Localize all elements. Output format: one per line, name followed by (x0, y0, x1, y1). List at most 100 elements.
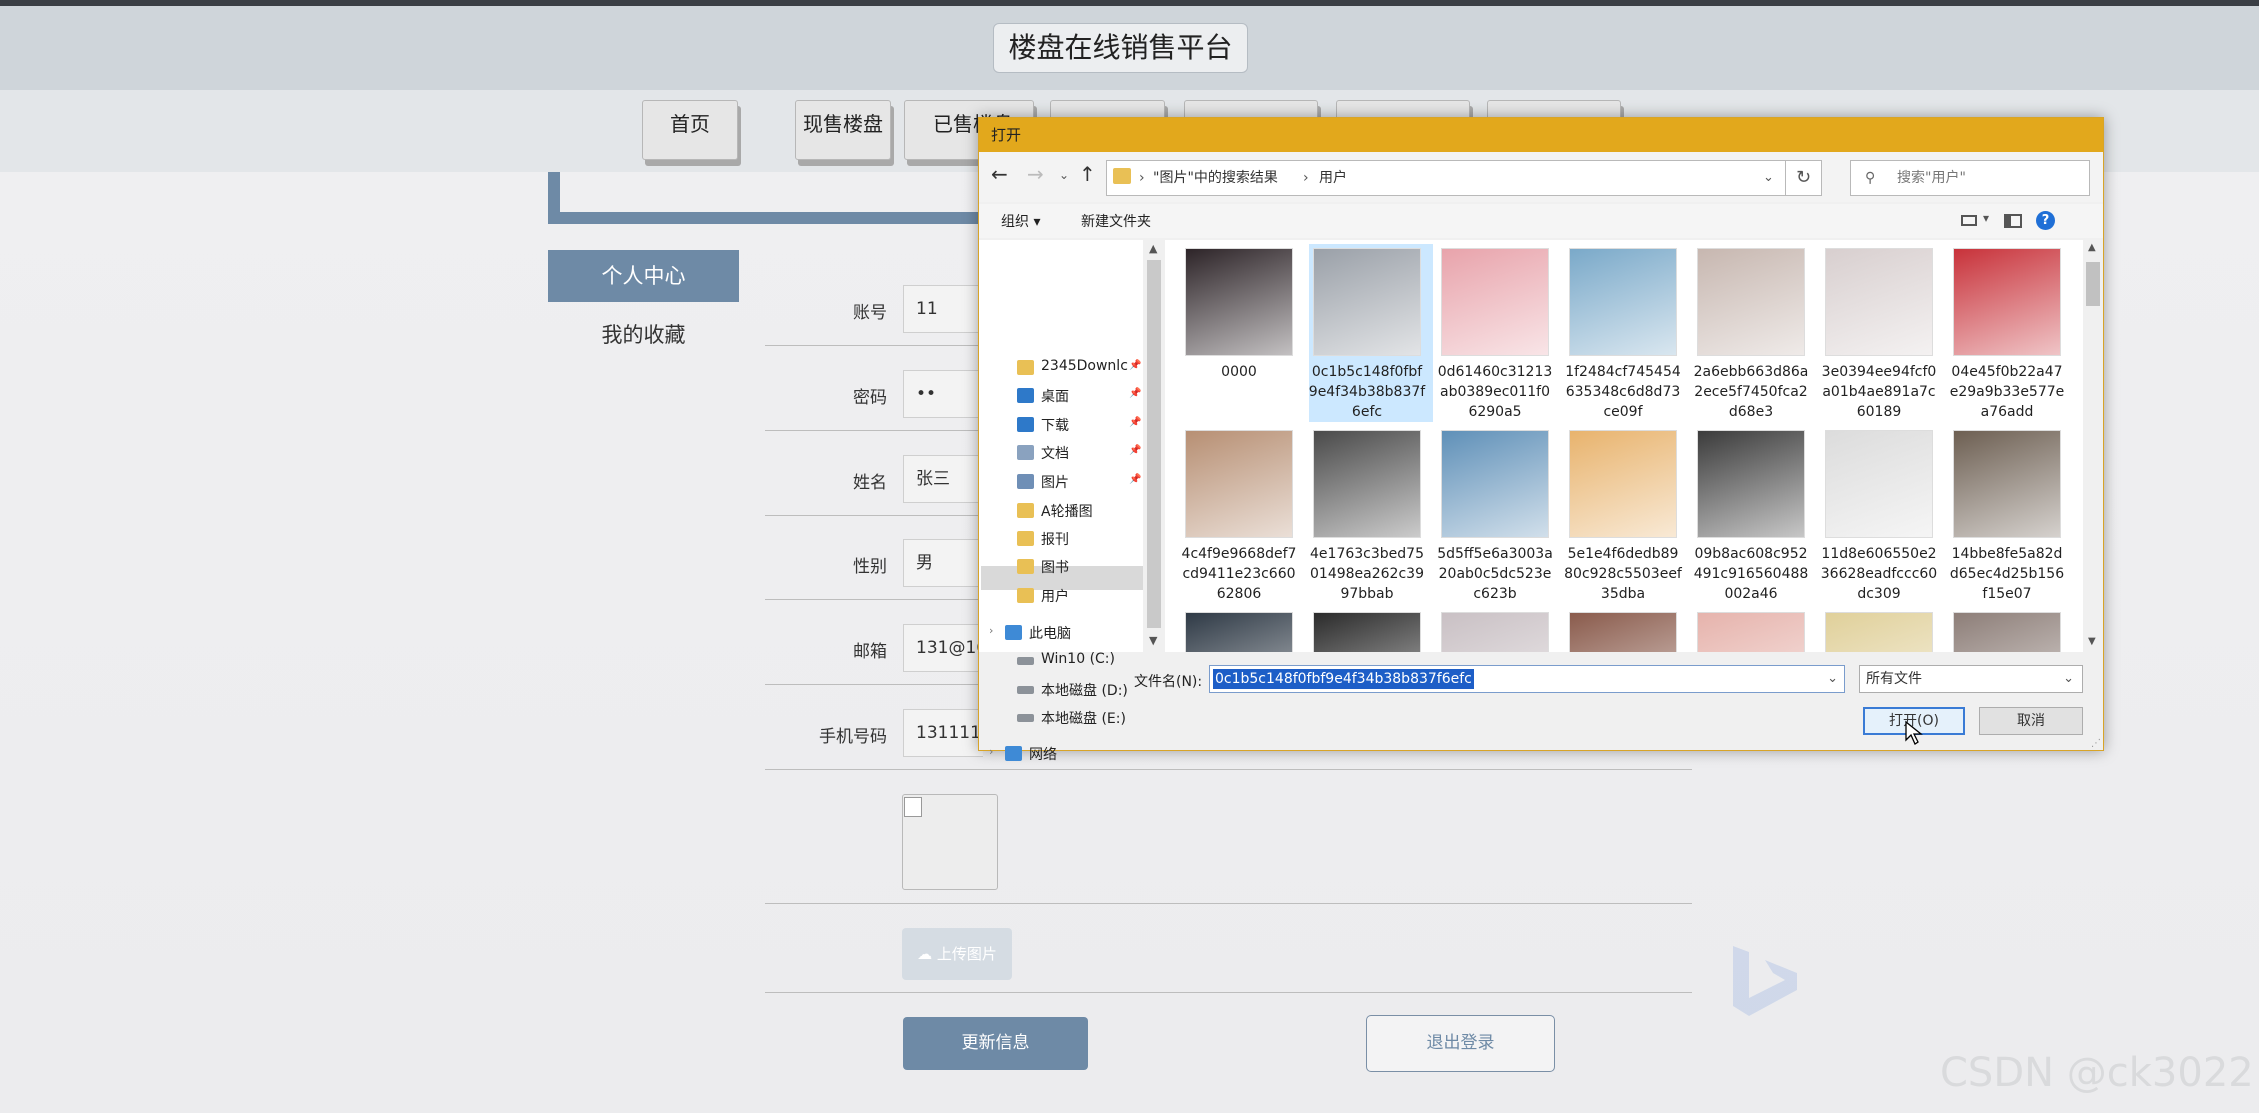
file-thumbnail[interactable] (1313, 248, 1421, 356)
filename-dropdown-icon[interactable]: ⌄ (1827, 666, 1838, 692)
folder-icon (1017, 503, 1034, 518)
breadcrumb-search-results[interactable]: "图片"中的搜索结果 (1153, 161, 1278, 195)
file-thumbnail[interactable] (1441, 430, 1549, 538)
nav-pane-item[interactable]: 此电脑 (1029, 623, 1071, 643)
sidebar-item-favorites[interactable]: 我的收藏 (548, 312, 739, 358)
pin-icon: 📌 (1129, 445, 1142, 456)
forward-icon[interactable]: → (1027, 162, 1044, 186)
recent-dropdown-icon[interactable]: ⌄ (1059, 168, 1069, 182)
file-thumbnail[interactable] (1569, 248, 1677, 356)
scroll-down-icon[interactable]: ▼ (2088, 636, 2096, 647)
file-thumbnail[interactable] (1313, 430, 1421, 538)
pin-icon: 📌 (1129, 360, 1142, 371)
nav-pane-item[interactable]: 下载 (1041, 415, 1069, 435)
address-bar[interactable]: › "图片"中的搜索结果 › 用户 ⌄ (1106, 160, 1786, 196)
file-name[interactable]: 2a6ebb663d86a2ece5f7450fca2d68e3 (1692, 362, 1810, 422)
password-label: 密码 (853, 388, 887, 408)
name-input[interactable]: 张三 (903, 455, 983, 503)
nav-scrollbar[interactable]: ▲ ▼ (1143, 240, 1165, 652)
scroll-up-icon[interactable]: ▲ (2088, 242, 2096, 253)
file-thumbnail[interactable] (1953, 430, 2061, 538)
drive-icon (1017, 714, 1034, 722)
computer-icon (1005, 625, 1022, 640)
refresh-icon[interactable]: ↻ (1786, 160, 1822, 196)
file-name[interactable]: 09b8ac608c952491c916560488002a46 (1692, 544, 1810, 604)
back-icon[interactable]: ← (991, 162, 1008, 186)
file-name[interactable]: 3e0394ee94fcf0a01b4ae891a7c60189 (1820, 362, 1938, 422)
cancel-button[interactable]: 取消 (1979, 707, 2083, 735)
up-icon[interactable]: ↑ (1079, 162, 1096, 186)
filename-input[interactable]: 0c1b5c148f0fbf9e4f34b38b837f6efc ⌄ (1209, 665, 1845, 693)
email-input[interactable]: 131@16 (903, 624, 983, 672)
search-icon: ⚲ (1865, 170, 1876, 186)
file-name[interactable]: 11d8e606550e236628eadfccc60dc309 (1820, 544, 1938, 604)
file-thumbnail[interactable] (1441, 248, 1549, 356)
nav-pane-item[interactable]: 本地磁盘 (D:) (1041, 680, 1128, 700)
nav-pane-item[interactable]: 2345Downlc (1041, 358, 1128, 374)
expand-chevron-icon[interactable]: › (989, 745, 993, 758)
file-scroll-thumb[interactable] (2086, 262, 2100, 306)
new-folder-button[interactable]: 新建文件夹 (1081, 211, 1151, 231)
nav-pane-item[interactable]: 图片 (1041, 472, 1069, 492)
file-name[interactable]: 0d61460c31213ab0389ec011f06290a5 (1436, 362, 1554, 422)
nav-pane-item[interactable]: 网络 (1029, 744, 1057, 764)
bing-logo-icon (1733, 946, 1797, 1016)
help-icon[interactable]: ? (2036, 211, 2055, 230)
nav-pane-item[interactable]: 桌面 (1041, 386, 1069, 406)
account-input[interactable]: 11 (903, 285, 983, 333)
resize-grip-icon[interactable]: ⋰ (2091, 738, 2101, 749)
file-thumbnail[interactable] (1185, 248, 1293, 356)
file-thumbnail[interactable] (1697, 430, 1805, 538)
search-placeholder: 搜索"用户" (1897, 170, 1966, 186)
expand-chevron-icon[interactable]: › (989, 624, 993, 637)
nav-scroll-thumb[interactable] (1147, 260, 1161, 628)
update-info-button[interactable]: 更新信息 (903, 1017, 1088, 1070)
file-name[interactable]: 4c4f9e9668def7cd9411e23c66062806 (1180, 544, 1298, 604)
file-name[interactable]: 5d5ff5e6a3003a20ab0c5dc523ec623b (1436, 544, 1554, 604)
preview-pane-icon[interactable] (2004, 214, 2022, 228)
file-name[interactable]: 1f2484cf745454635348c6d8d73ce09f (1564, 362, 1682, 422)
nav-pane-item[interactable]: 报刊 (1041, 529, 1069, 549)
file-thumbnail[interactable] (1569, 430, 1677, 538)
nav-pane-item[interactable]: 图书 (1041, 557, 1069, 577)
file-type-select[interactable]: 所有文件 ⌄ (1859, 665, 2083, 693)
password-input[interactable]: •• (903, 370, 983, 418)
nav-pane-item[interactable]: A轮播图 (1041, 501, 1093, 521)
logout-button[interactable]: 退出登录 (1366, 1015, 1555, 1072)
file-name[interactable]: 5e1e4f6dedb8980c928c5503eef35dba (1564, 544, 1682, 604)
view-dropdown-icon[interactable]: ▾ (1983, 211, 1989, 225)
folder-icon (1017, 588, 1034, 603)
search-input[interactable]: ⚲ 搜索"用户" (1850, 160, 2090, 196)
dialog-titlebar[interactable] (979, 118, 2103, 152)
nav-pane-item[interactable]: Win10 (C:) (1041, 651, 1115, 667)
breadcrumb-users[interactable]: 用户 (1319, 161, 1347, 195)
nav-pane-item[interactable]: 本地磁盘 (E:) (1041, 708, 1126, 728)
file-thumbnail[interactable] (1825, 248, 1933, 356)
folder-icon (1113, 168, 1131, 184)
filename-label: 文件名(N): (1134, 674, 1203, 690)
file-thumbnail[interactable] (1185, 430, 1293, 538)
mouse-cursor-icon (1905, 720, 1923, 745)
file-thumbnail[interactable] (1697, 248, 1805, 356)
nav-pane-item[interactable]: 用户 (1041, 586, 1069, 606)
nav-home[interactable]: 首页 (642, 100, 738, 160)
gender-input[interactable]: 男 (903, 539, 983, 587)
view-options-icon[interactable] (1961, 215, 1977, 226)
nav-pane-item[interactable]: 文档 (1041, 443, 1069, 463)
address-dropdown-icon[interactable]: ⌄ (1763, 161, 1774, 195)
organize-menu[interactable]: 组织 ▾ (1001, 211, 1040, 231)
upload-image-button[interactable]: ☁ 上传图片 (902, 928, 1012, 980)
file-name[interactable]: 4e1763c3bed7501498ea262c3997bbab (1308, 544, 1426, 604)
scroll-up-icon[interactable]: ▲ (1149, 242, 1157, 255)
document-icon (1017, 445, 1034, 460)
scroll-down-icon[interactable]: ▼ (1149, 634, 1157, 647)
file-name[interactable]: 0c1b5c148f0fbf9e4f34b38b837f6efc (1308, 362, 1426, 422)
file-thumbnail[interactable] (1953, 248, 2061, 356)
file-name[interactable]: 04e45f0b22a47e29a9b33e577ea76add (1948, 362, 2066, 422)
nav-on-sale[interactable]: 现售楼盘 (795, 100, 891, 160)
sidebar-item-profile[interactable]: 个人中心 (548, 250, 739, 302)
phone-input[interactable]: 1311111 (903, 709, 983, 757)
file-thumbnail[interactable] (1825, 430, 1933, 538)
file-name[interactable]: 0000 (1180, 362, 1298, 382)
file-name[interactable]: 14bbe8fe5a82dd65ec4d25b156f15e07 (1948, 544, 2066, 604)
